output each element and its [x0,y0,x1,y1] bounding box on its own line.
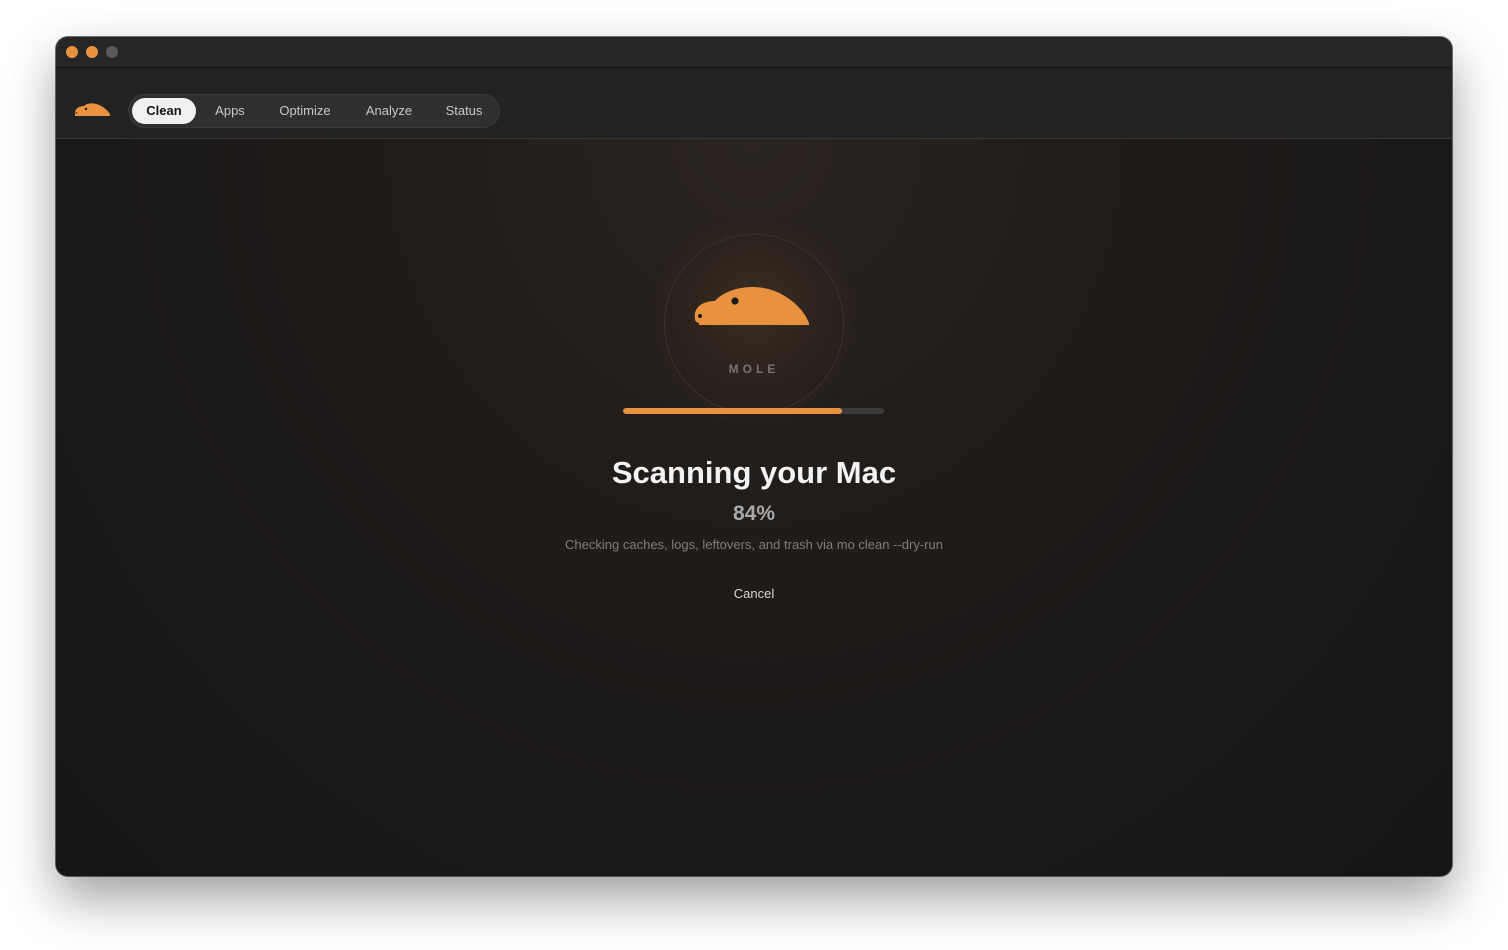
zoom-window-button[interactable] [106,46,118,58]
tab-status[interactable]: Status [431,98,497,124]
toolbar: Clean Apps Optimize Analyze Status [56,68,1452,139]
minimize-window-button[interactable] [86,46,98,58]
close-window-button[interactable] [66,46,78,58]
scan-progress-fill [623,408,843,414]
tab-optimize[interactable]: Optimize [265,98,345,124]
mole-hero: MOLE [664,234,844,414]
title-bar [56,37,1452,68]
app-window: Clean Apps Optimize Analyze Status MOLE … [56,37,1452,876]
brand-label: MOLE [728,362,780,376]
progress-percent: 84% [732,502,776,525]
main-tabs: Clean Apps Optimize Analyze Status [128,94,500,128]
scan-status-text: Checking caches, logs, leftovers, and tr… [565,537,943,552]
scan-progress-bar [623,408,884,414]
tab-analyze[interactable]: Analyze [351,98,427,124]
mole-logo-icon [75,103,110,116]
page-title: Scanning your Mac [611,455,897,490]
mole-icon [694,287,809,325]
scan-panel: MOLE Scanning your Mac 84% Checking cach… [56,139,1452,876]
tab-apps[interactable]: Apps [201,98,259,124]
tab-clean[interactable]: Clean [132,98,196,124]
cancel-button[interactable]: Cancel [704,583,804,605]
